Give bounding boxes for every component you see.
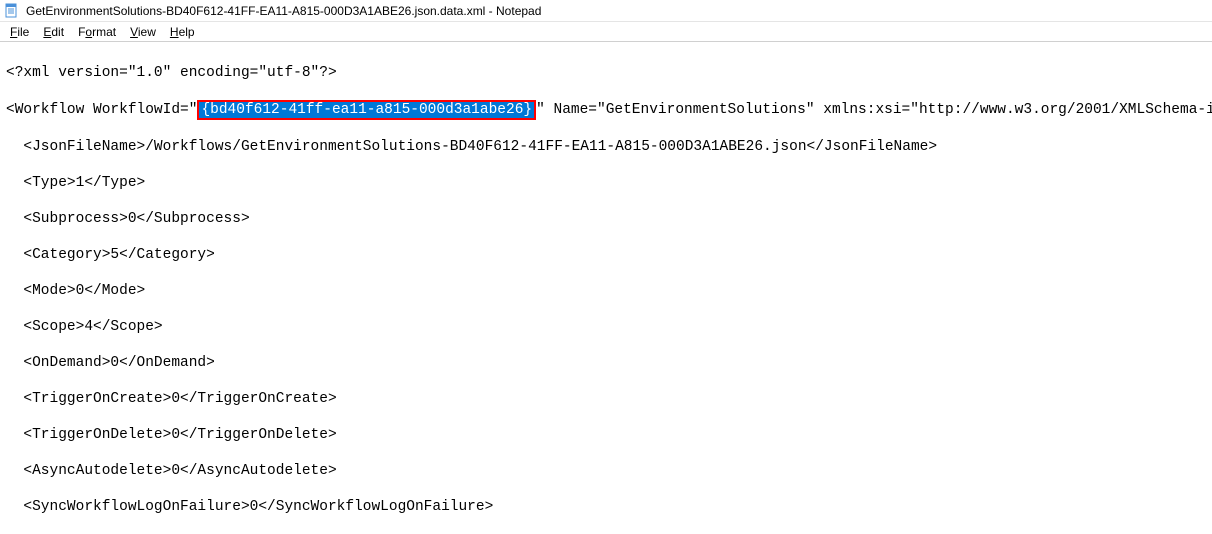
line-workflow-open: <Workflow WorkflowId="{bd40f612-41ff-ea1… — [6, 100, 1206, 120]
workflow-open-post: " Name="GetEnvironmentSolutions" xmlns:x… — [536, 102, 1212, 118]
line-triggeroncreate: <TriggerOnCreate>0</TriggerOnCreate> — [6, 390, 1206, 408]
menu-edit[interactable]: Edit — [37, 24, 70, 40]
line-scope: <Scope>4</Scope> — [6, 318, 1206, 336]
line-syncworkflowlog: <SyncWorkflowLogOnFailure>0</SyncWorkflo… — [6, 498, 1206, 516]
menu-file[interactable]: File — [4, 24, 35, 40]
line-xml-decl: <?xml version="1.0" encoding="utf-8"?> — [6, 64, 1206, 82]
window-title-bar: GetEnvironmentSolutions-BD40F612-41FF-EA… — [0, 0, 1212, 22]
menu-format[interactable]: Format — [72, 24, 122, 40]
notepad-icon — [4, 3, 20, 19]
line-asyncautodelete: <AsyncAutodelete>0</AsyncAutodelete> — [6, 462, 1206, 480]
line-triggerondelete: <TriggerOnDelete>0</TriggerOnDelete> — [6, 426, 1206, 444]
line-type: <Type>1</Type> — [6, 174, 1206, 192]
line-jsonfilename: <JsonFileName>/Workflows/GetEnvironmentS… — [6, 138, 1206, 156]
line-ondemand: <OnDemand>0</OnDemand> — [6, 354, 1206, 372]
menu-bar: File Edit Format View Help — [0, 22, 1212, 42]
line-mode: <Mode>0</Mode> — [6, 282, 1206, 300]
menu-help[interactable]: Help — [164, 24, 201, 40]
workflow-open-pre: <Workflow WorkflowId=" — [6, 102, 197, 118]
workflow-id-selection[interactable]: {bd40f612-41ff-ea11-a815-000d3a1abe26} — [197, 100, 536, 120]
text-area[interactable]: <?xml version="1.0" encoding="utf-8"?> <… — [0, 42, 1212, 534]
window-title: GetEnvironmentSolutions-BD40F612-41FF-EA… — [26, 4, 541, 18]
line-subprocess: <Subprocess>0</Subprocess> — [6, 210, 1206, 228]
line-category: <Category>5</Category> — [6, 246, 1206, 264]
menu-view[interactable]: View — [124, 24, 162, 40]
